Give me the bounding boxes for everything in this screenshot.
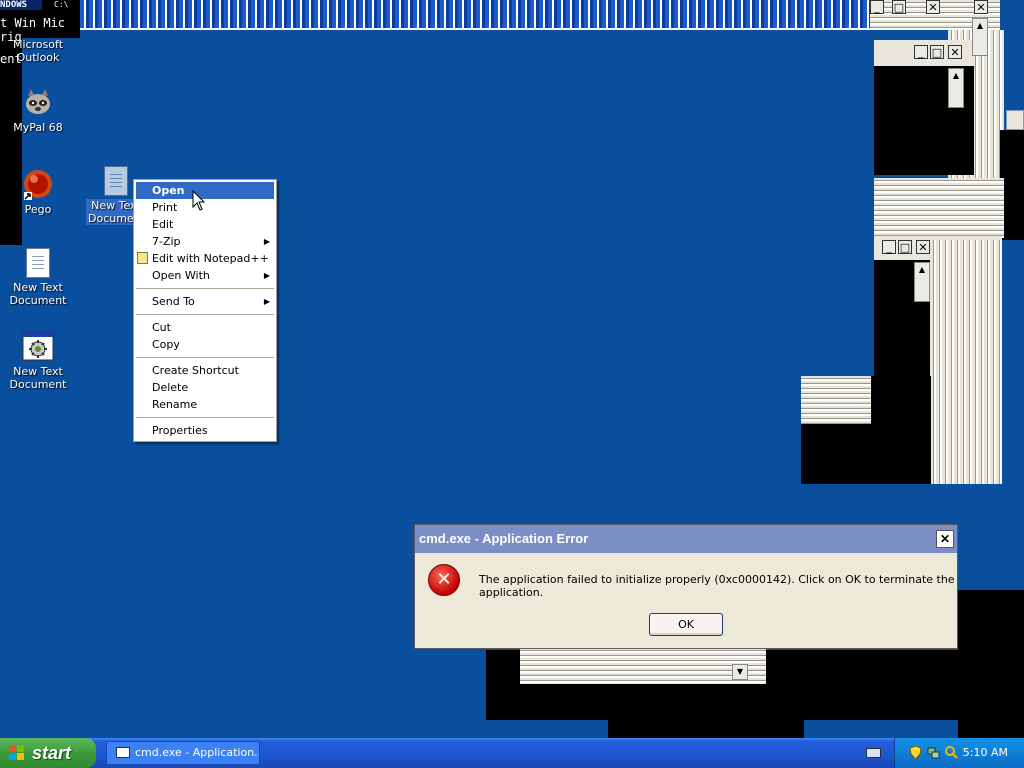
menu-item-create-shortcut[interactable]: Create Shortcut [134,362,276,379]
start-label: start [32,743,72,763]
menu-item-properties[interactable]: Properties [134,422,276,439]
glitch-window-stack-right-3 [930,240,1002,484]
keyboard-language-icon[interactable] [866,748,881,758]
submenu-arrow-icon: ▶ [263,271,270,280]
security-shield-icon[interactable] [909,746,922,759]
dialog-title-bar[interactable]: cmd.exe - Application Error ✕ [415,525,957,553]
desktop-icon-label: New Text Document [9,365,67,391]
notepad-plus-plus-icon [137,252,148,264]
raccoon-icon [22,86,54,118]
start-button[interactable]: start [0,738,96,768]
menu-item-delete[interactable]: Delete [134,379,276,396]
window-2-maximize-button[interactable]: □ [898,240,912,254]
application-error-dialog: cmd.exe - Application Error ✕ ✕ The appl… [414,524,958,649]
glitch-maximize-button[interactable]: □ [892,0,906,14]
menu-item-send-to[interactable]: Send To ▶ [134,293,276,310]
dialog-message: The application failed to initialize pro… [479,573,955,599]
glitch-window-stack-bottom [520,648,766,684]
window-1-maximize-button[interactable]: □ [930,45,944,59]
glitch-title-strip: NDOWS [0,0,42,10]
dialog-title: cmd.exe - Application Error [419,531,589,546]
glitch-minimize-button[interactable]: _ [870,0,884,14]
menu-item-edit[interactable]: Edit [134,216,276,233]
clock[interactable]: 5:10 AM [963,738,1008,768]
desktop-icon-label: New Text Document [9,281,67,307]
system-tray: 5:10 AM [894,738,1024,768]
glitch-window-stack-right-2 [874,178,1004,238]
menu-item-edit-with-notepad-plus-plus[interactable]: Edit with Notepad++ [134,250,276,267]
desktop-icon-label: Microsoft Outlook [12,38,64,64]
glitch-scrollbar-bottom[interactable]: ▼ [732,664,748,680]
desktop-icon-pego[interactable]: Pego [2,168,74,216]
batch-file-gear-icon [22,330,54,362]
menu-item-cut[interactable]: Cut [134,319,276,336]
menu-separator [136,357,274,358]
desktop-icon-label: Pego [24,203,52,216]
windows-flag-icon [9,745,25,761]
pego-orb-icon [22,168,54,200]
window-1-minimize-button[interactable]: _ [914,45,928,59]
desktop-icon-outlook[interactable]: Microsoft Outlook [2,38,74,64]
glitch-console-text-1: t Win Mic [0,16,66,30]
taskbar-button-label: cmd.exe - Application... [135,746,260,759]
glitch-scrollbar-top-right[interactable]: ▲ [972,18,988,56]
context-menu: Open Print Edit 7-Zip ▶ Edit with Notepad… [133,179,277,442]
glitch-edge-frame-right [1006,110,1024,130]
glitch-window-stack-mid [801,376,871,424]
desktop-icon-mypal[interactable]: MyPal 68 [2,86,74,134]
menu-separator [136,314,274,315]
desktop-icon-batch-file[interactable]: New Text Document [2,330,74,391]
dialog-close-button[interactable]: ✕ [936,530,954,548]
menu-item-rename[interactable]: Rename [134,396,276,413]
desktop-icon-text-doc-2[interactable]: New Text Document [2,248,74,307]
desktop-icon-label: MyPal 68 [13,121,63,134]
window-2-scrollbar[interactable]: ▲ [914,262,930,302]
text-document-icon [26,248,50,278]
text-document-icon [104,166,128,196]
mouse-cursor-icon [192,190,206,211]
glitch-black-bottom-2 [608,712,804,738]
glitch-window-stack-top-blue [80,0,870,28]
taskbar: start cmd.exe - Application... 5:10 AM [0,738,1024,768]
network-icon[interactable] [927,746,940,759]
glitch-black-lower-right [958,590,1024,740]
menu-item-copy[interactable]: Copy [134,336,276,353]
window-1-scrollbar[interactable]: ▲ [948,68,964,108]
window-1-close-button[interactable]: ✕ [948,45,962,59]
ok-button[interactable]: OK [649,613,723,636]
glitch-console-icon: C:\ [54,0,76,10]
menu-item-open-with[interactable]: Open With ▶ [134,267,276,284]
submenu-arrow-icon: ▶ [263,237,270,246]
submenu-arrow-icon: ▶ [263,297,270,306]
glitch-close-button[interactable]: ✕ [926,0,940,14]
window-2-close-button[interactable]: ✕ [916,240,930,254]
menu-separator [136,288,274,289]
menu-separator [136,417,274,418]
window-2-minimize-button[interactable]: _ [882,240,896,254]
error-icon: ✕ [428,564,460,596]
menu-item-7zip[interactable]: 7-Zip ▶ [134,233,276,250]
glitch-close-button-2[interactable]: ✕ [974,0,988,14]
window-icon [116,747,130,758]
taskbar-button-cmd-error[interactable]: cmd.exe - Application... [106,741,260,765]
search-magnifier-icon[interactable] [945,746,958,759]
